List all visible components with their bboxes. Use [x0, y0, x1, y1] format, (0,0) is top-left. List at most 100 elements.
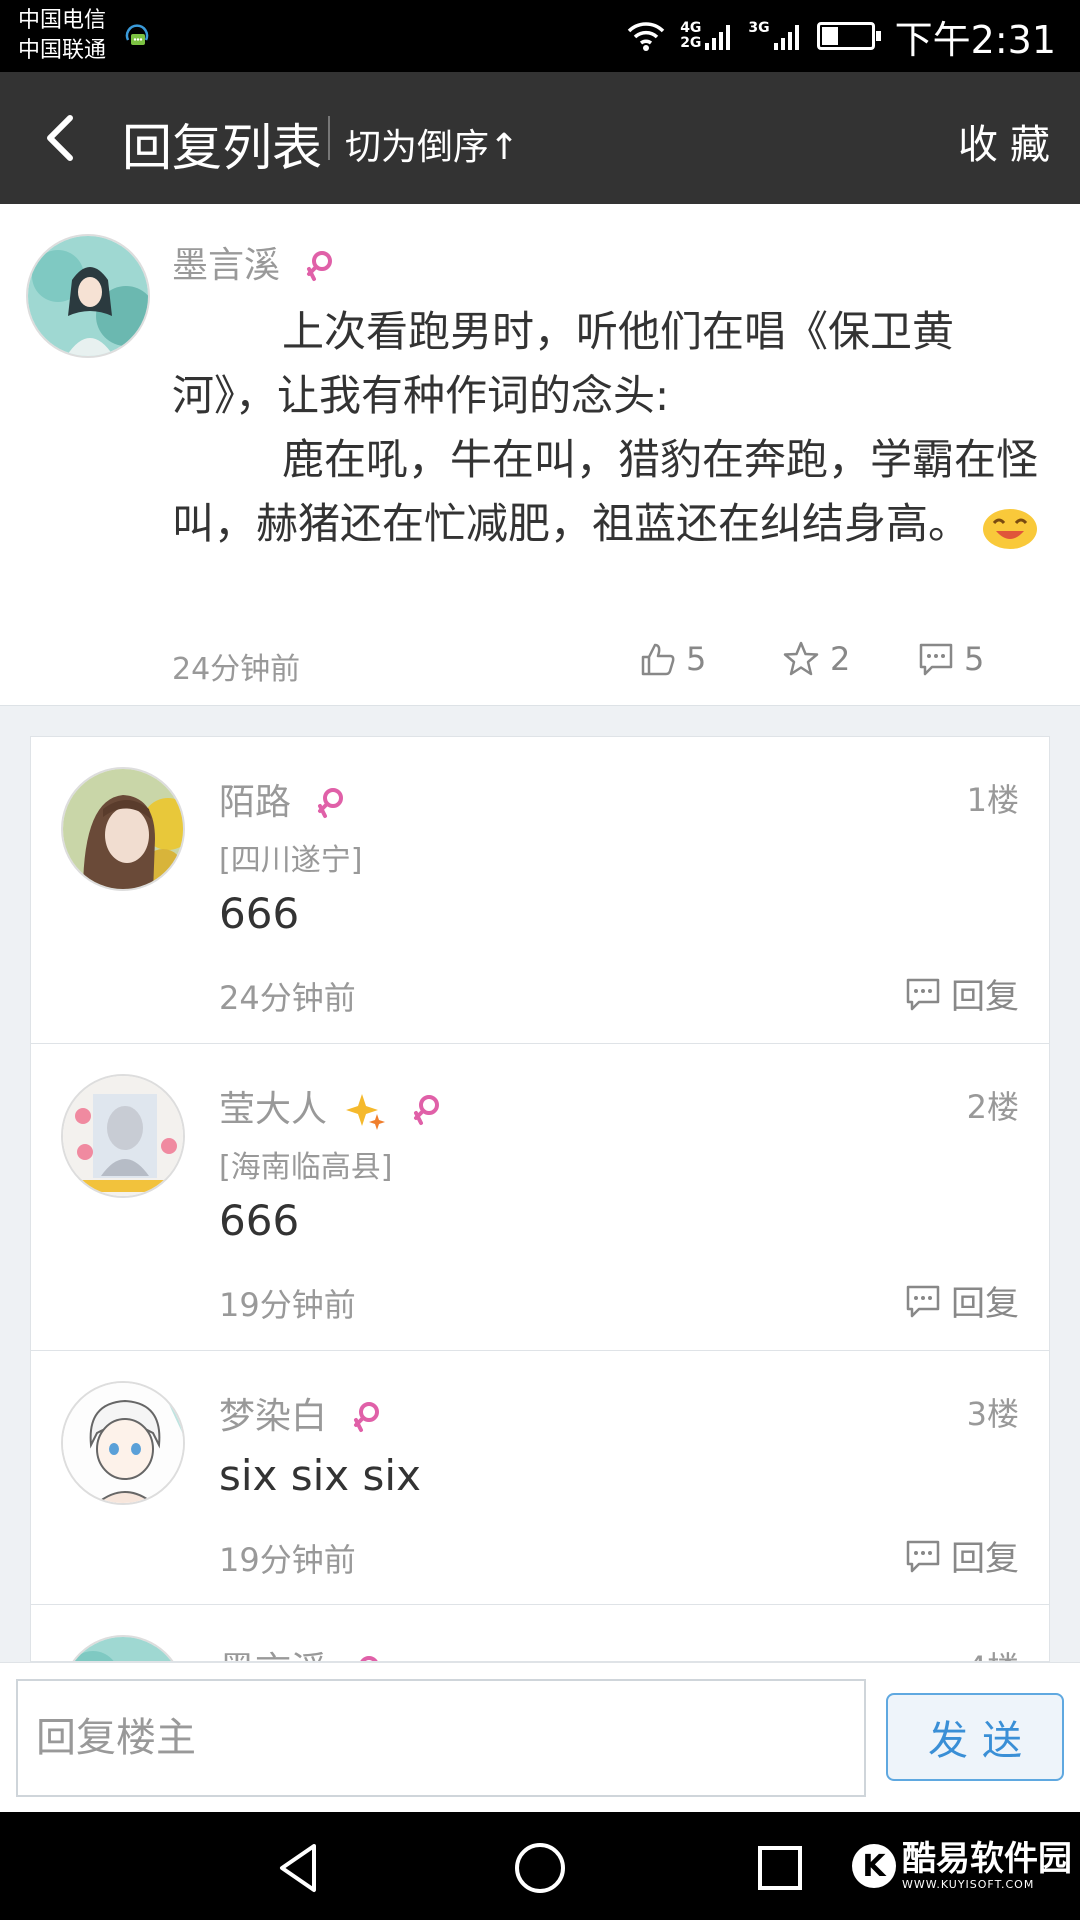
watermark-name: 酷易软件园	[902, 1839, 1072, 1879]
favorite-star-button[interactable]: 2	[782, 640, 850, 678]
favorite-count: 2	[830, 640, 851, 678]
avatar-image	[63, 769, 183, 889]
reply-time: 24分钟前	[219, 979, 356, 1017]
avatar-image	[28, 236, 148, 356]
reply-author-name[interactable]: 墨言溪	[219, 1650, 327, 1661]
reply-location: [四川遂宁]	[219, 843, 363, 878]
comment-icon	[906, 978, 940, 1010]
avatar-image	[63, 1076, 183, 1196]
reply-list[interactable]: 陌路 1楼 [四川遂宁] 666 24分钟前 回复 莹大人 2楼 [海南临高县]…	[30, 736, 1050, 1662]
wifi-icon	[627, 22, 665, 51]
watermark: K 酷易软件园 WWW.KUYISOFT.COM	[852, 1842, 1072, 1890]
avatar-image	[63, 1383, 183, 1503]
reply-author[interactable]: 莹大人	[219, 1080, 442, 1132]
female-icon	[354, 1402, 380, 1432]
reply-author-name[interactable]: 莹大人	[219, 1089, 327, 1130]
reply-location: [海南临高县]	[219, 1150, 393, 1185]
battery-level	[821, 27, 839, 45]
post-time: 24分钟前	[172, 652, 301, 687]
status-bar: 中国电信 中国联通 4G 2G 3G 下午2:31	[0, 0, 1080, 72]
network-type-secondary: 3G	[748, 20, 770, 36]
home-circle-icon[interactable]	[510, 1838, 570, 1898]
status-icons: 4G 2G 3G 下午2:31	[626, 0, 1056, 72]
list-item: 梦染白 3楼 six six six 19分钟前 回复	[31, 1351, 1049, 1605]
comment-count: 5	[964, 640, 985, 678]
watermark-url: WWW.KUYISOFT.COM	[902, 1878, 1035, 1891]
post-content: 上次看跑男时，听他们在唱《保卫黄河》，让我有种作词的念头: 鹿在吼，牛在叫，猎豹…	[172, 300, 1042, 556]
back-arrow-icon[interactable]	[30, 106, 94, 170]
reply-time: 19分钟前	[219, 1541, 356, 1579]
reply-author-name[interactable]: 梦染白	[219, 1396, 327, 1437]
floor-number: 3楼	[966, 1395, 1019, 1433]
watermark-logo: K	[852, 1844, 896, 1888]
list-item: 陌路 1楼 [四川遂宁] 666 24分钟前 回复	[31, 737, 1049, 1044]
reply-button-label: 回复	[951, 1284, 1019, 1324]
clock: 下午2:31	[894, 17, 1056, 62]
reply-button-label: 回复	[951, 1539, 1019, 1579]
send-button[interactable]: 发送	[886, 1693, 1064, 1781]
like-button[interactable]: 5	[640, 640, 706, 678]
signal-2: 3G	[748, 21, 802, 51]
comment-icon	[906, 1285, 940, 1317]
avatar[interactable]	[61, 1635, 185, 1661]
female-icon	[318, 788, 344, 818]
reply-button[interactable]: 回复	[905, 969, 1019, 1018]
smile-emoji-icon	[983, 508, 1038, 549]
reply-author[interactable]: 墨言溪	[219, 1641, 382, 1661]
floor-number: 4楼	[967, 1643, 1019, 1661]
female-icon	[307, 251, 333, 281]
carrier-2: 中国联通	[18, 38, 107, 63]
reply-input-bar: 发送	[0, 1662, 1080, 1812]
list-item: 莹大人 2楼 [海南临高县] 666 19分钟前 回复	[31, 1044, 1049, 1351]
avatar[interactable]	[61, 767, 185, 891]
avatar[interactable]	[61, 1074, 185, 1198]
post-text-paragraph-2: 鹿在吼，牛在叫，猎豹在奔跑，学霸在怪叫，赫猪还在忙减肥，祖蓝还在纠结身高。	[172, 435, 1039, 548]
recents-square-icon[interactable]	[750, 1838, 810, 1898]
floor-number: 1楼	[966, 781, 1019, 819]
reply-input[interactable]	[16, 1679, 866, 1797]
post-author-name[interactable]: 墨言溪	[172, 245, 280, 286]
reply-time: 19分钟前	[219, 1286, 356, 1324]
avatar[interactable]	[61, 1381, 185, 1505]
favorite-button[interactable]: 收藏	[958, 112, 1062, 170]
system-nav-bar: K 酷易软件园 WWW.KUYISOFT.COM	[0, 1812, 1080, 1920]
page-title: 回复列表	[122, 119, 322, 177]
comment-icon	[919, 643, 953, 676]
reply-button[interactable]: 回复	[905, 1276, 1019, 1325]
app-header: 回复列表 切为倒序↑ 收藏	[0, 72, 1080, 204]
reply-content: six six six	[219, 1451, 421, 1500]
list-item: 墨言溪 4楼	[31, 1605, 1049, 1661]
signal-bars-icon	[773, 25, 799, 50]
carrier-info: 中国电信 中国联通	[18, 6, 106, 66]
reply-author[interactable]: 陌路	[219, 773, 346, 825]
network-type-bottom: 2G	[680, 35, 702, 51]
main-post: 墨言溪 上次看跑男时，听他们在唱《保卫黄河》，让我有种作词的念头: 鹿在吼，牛在…	[0, 204, 1080, 706]
avatar[interactable]	[26, 234, 150, 358]
comment-button[interactable]: 5	[918, 640, 984, 678]
signal-1: 4G 2G	[680, 21, 734, 51]
reply-author-name[interactable]: 陌路	[219, 782, 291, 823]
post-author[interactable]: 墨言溪	[172, 236, 335, 288]
thumbs-up-icon	[641, 643, 675, 676]
reply-content: 666	[219, 889, 300, 938]
battery-icon	[816, 22, 881, 50]
reply-button[interactable]: 回复	[905, 1531, 1019, 1580]
female-icon	[360, 1656, 379, 1661]
network-type-top: 4G	[680, 20, 702, 36]
like-count: 5	[686, 640, 707, 678]
carrier-1: 中国电信	[18, 8, 107, 33]
reply-author[interactable]: 梦染白	[219, 1387, 382, 1439]
comment-icon	[906, 1540, 940, 1572]
female-icon	[413, 1095, 439, 1125]
sort-order-toggle[interactable]: 切为倒序↑	[345, 118, 519, 170]
signal-bars-icon	[705, 25, 731, 50]
sparkle-icon	[346, 1094, 386, 1130]
post-text-paragraph-1: 上次看跑男时，听他们在唱《保卫黄河》，让我有种作词的念头:	[172, 307, 955, 420]
chat-notification-icon	[125, 24, 149, 45]
back-triangle-icon[interactable]	[270, 1838, 330, 1898]
reply-content: 666	[219, 1196, 300, 1245]
star-icon	[783, 641, 819, 676]
floor-number: 2楼	[966, 1088, 1019, 1126]
avatar-image	[63, 1637, 183, 1661]
reply-button-label: 回复	[951, 977, 1019, 1017]
